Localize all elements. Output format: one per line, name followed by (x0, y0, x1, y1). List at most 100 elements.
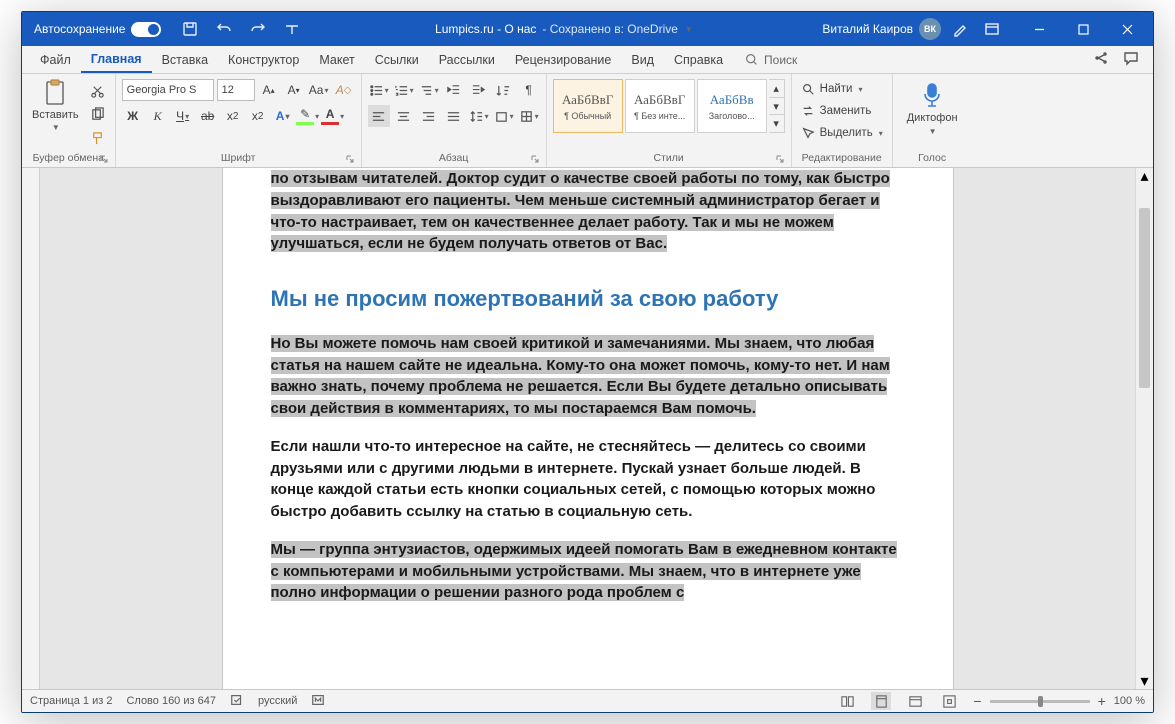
show-marks-button[interactable]: ¶ (518, 79, 540, 101)
paste-label: Вставить (32, 109, 79, 121)
italic-button[interactable]: К (147, 105, 169, 127)
heading[interactable]: Мы не просим пожертвований за свою работ… (271, 283, 905, 315)
redo-button[interactable] (245, 16, 271, 42)
align-left-button[interactable] (368, 105, 390, 127)
autosave-toggle[interactable]: Автосохранение (26, 22, 169, 37)
qat-customize[interactable] (279, 16, 305, 42)
share-button[interactable] (1093, 50, 1109, 69)
styles-gallery-more[interactable]: ▴▾▾ (769, 79, 785, 133)
minimize-button[interactable] (1017, 14, 1061, 44)
paragraph[interactable]: Мы — группа энтузиастов, одержимых идеей… (271, 539, 905, 604)
title-center: Lumpics.ru - О нас - Сохранено в: OneDri… (311, 22, 816, 36)
read-mode-button[interactable] (837, 692, 857, 710)
shrink-font-button[interactable]: A▾ (283, 79, 305, 101)
paragraph[interactable]: Но Вы можете помочь нам своей критикой и… (271, 333, 905, 420)
style-heading1[interactable]: АаБбВвЗаголово... (697, 79, 767, 133)
superscript-button[interactable]: x2 (247, 105, 269, 127)
close-button[interactable] (1105, 14, 1149, 44)
font-size-combo[interactable]: 12 (217, 79, 255, 101)
scroll-up-icon[interactable]: ▴ (1136, 168, 1153, 184)
borders-button[interactable]: ▾ (518, 105, 540, 127)
user-name[interactable]: Виталий Каиров (822, 22, 913, 36)
tab-references[interactable]: Ссылки (365, 46, 429, 73)
indent-left-button[interactable] (443, 79, 465, 101)
replace-button[interactable]: Заменить (798, 101, 886, 121)
justify-button[interactable] (443, 105, 465, 127)
language-indicator[interactable]: русский (258, 695, 297, 707)
font-name-combo[interactable]: Georgia Pro S (122, 79, 214, 101)
text-effects-button[interactable]: A▾ (272, 105, 294, 127)
subscript-button[interactable]: x2 (222, 105, 244, 127)
align-center-button[interactable] (393, 105, 415, 127)
print-layout-button[interactable] (871, 692, 891, 710)
shading-button[interactable]: ▾ (493, 105, 515, 127)
underline-button[interactable]: Ч▾ (172, 105, 194, 127)
cut-button[interactable] (87, 79, 109, 101)
tab-view[interactable]: Вид (621, 46, 664, 73)
select-button[interactable]: Выделить▾ (798, 123, 886, 143)
search-box[interactable]: Поиск (745, 46, 797, 73)
chevron-down-icon[interactable]: ▼ (685, 25, 693, 34)
spellcheck-icon[interactable] (230, 693, 244, 710)
tab-file[interactable]: Файл (30, 46, 81, 73)
copy-button[interactable] (87, 103, 109, 125)
scroll-thumb[interactable] (1139, 208, 1150, 388)
page-scroll[interactable]: по отзывам читателей. Доктор судит о кач… (40, 168, 1135, 689)
zoom-slider[interactable] (990, 700, 1090, 703)
comments-button[interactable] (1123, 50, 1139, 69)
undo-button[interactable] (211, 16, 237, 42)
dialog-launcher-icon[interactable] (775, 154, 787, 166)
align-right-button[interactable] (418, 105, 440, 127)
tab-design[interactable]: Конструктор (218, 46, 309, 73)
paste-button[interactable]: Вставить ▼ (28, 77, 83, 134)
drawing-mode-icon[interactable] (947, 16, 973, 42)
numbering-button[interactable]: ▾ (393, 79, 415, 101)
web-layout-button[interactable] (905, 692, 925, 710)
highlight-button[interactable]: ✎▾ (297, 105, 319, 127)
tab-insert[interactable]: Вставка (152, 46, 218, 73)
grow-font-button[interactable]: A▴ (258, 79, 280, 101)
bold-button[interactable]: Ж (122, 105, 144, 127)
font-color-button[interactable]: A▾ (322, 105, 344, 127)
ribbon-options-button[interactable] (979, 16, 1005, 42)
vertical-ruler[interactable] (22, 168, 40, 689)
word-count[interactable]: Слово 160 из 647 (126, 695, 216, 707)
style-nospacing[interactable]: АаБбВвГ¶ Без инте... (625, 79, 695, 133)
scroll-down-icon[interactable]: ▾ (1136, 673, 1153, 689)
dialog-launcher-icon[interactable] (345, 154, 357, 166)
document-page[interactable]: по отзывам читателей. Доктор судит о кач… (223, 168, 953, 689)
tab-review[interactable]: Рецензирование (505, 46, 622, 73)
zoom-in-button[interactable]: + (1098, 693, 1106, 709)
macro-icon[interactable] (311, 693, 325, 710)
format-painter-button[interactable] (87, 127, 109, 149)
style-normal[interactable]: АаБбВвГ¶ Обычный (553, 79, 623, 133)
strike-button[interactable]: ab (197, 105, 219, 127)
paragraph[interactable]: Если нашли что-то интересное на сайте, н… (271, 436, 905, 523)
tab-mailings[interactable]: Рассылки (429, 46, 505, 73)
zoom-out-button[interactable]: − (973, 693, 981, 709)
vertical-scrollbar[interactable]: ▴ ▾ (1135, 168, 1153, 689)
line-spacing-button[interactable]: ▾ (468, 105, 490, 127)
tab-layout[interactable]: Макет (309, 46, 364, 73)
focus-mode-button[interactable] (939, 692, 959, 710)
bullets-button[interactable]: ▾ (368, 79, 390, 101)
sort-button[interactable] (493, 79, 515, 101)
dictate-button[interactable]: Диктофон ▼ (899, 77, 966, 136)
multilevel-button[interactable]: ▾ (418, 79, 440, 101)
clear-format-button[interactable]: A◇ (333, 79, 355, 101)
change-case-button[interactable]: Aa▾ (308, 79, 330, 101)
save-button[interactable] (177, 16, 203, 42)
dialog-launcher-icon[interactable] (530, 154, 542, 166)
tab-home[interactable]: Главная (81, 46, 152, 73)
zoom-level[interactable]: 100 % (1114, 695, 1145, 707)
paragraph[interactable]: по отзывам читателей. Доктор судит о кач… (271, 168, 905, 255)
page-indicator[interactable]: Страница 1 из 2 (30, 695, 112, 707)
saved-location[interactable]: - Сохранено в: OneDrive (542, 22, 678, 36)
tab-help[interactable]: Справка (664, 46, 733, 73)
maximize-button[interactable] (1061, 14, 1105, 44)
indent-right-button[interactable] (468, 79, 490, 101)
find-button[interactable]: Найти▾ (798, 79, 886, 99)
avatar[interactable]: ВК (919, 18, 941, 40)
dialog-launcher-icon[interactable] (99, 154, 111, 166)
chevron-down-icon: ▼ (929, 127, 937, 136)
